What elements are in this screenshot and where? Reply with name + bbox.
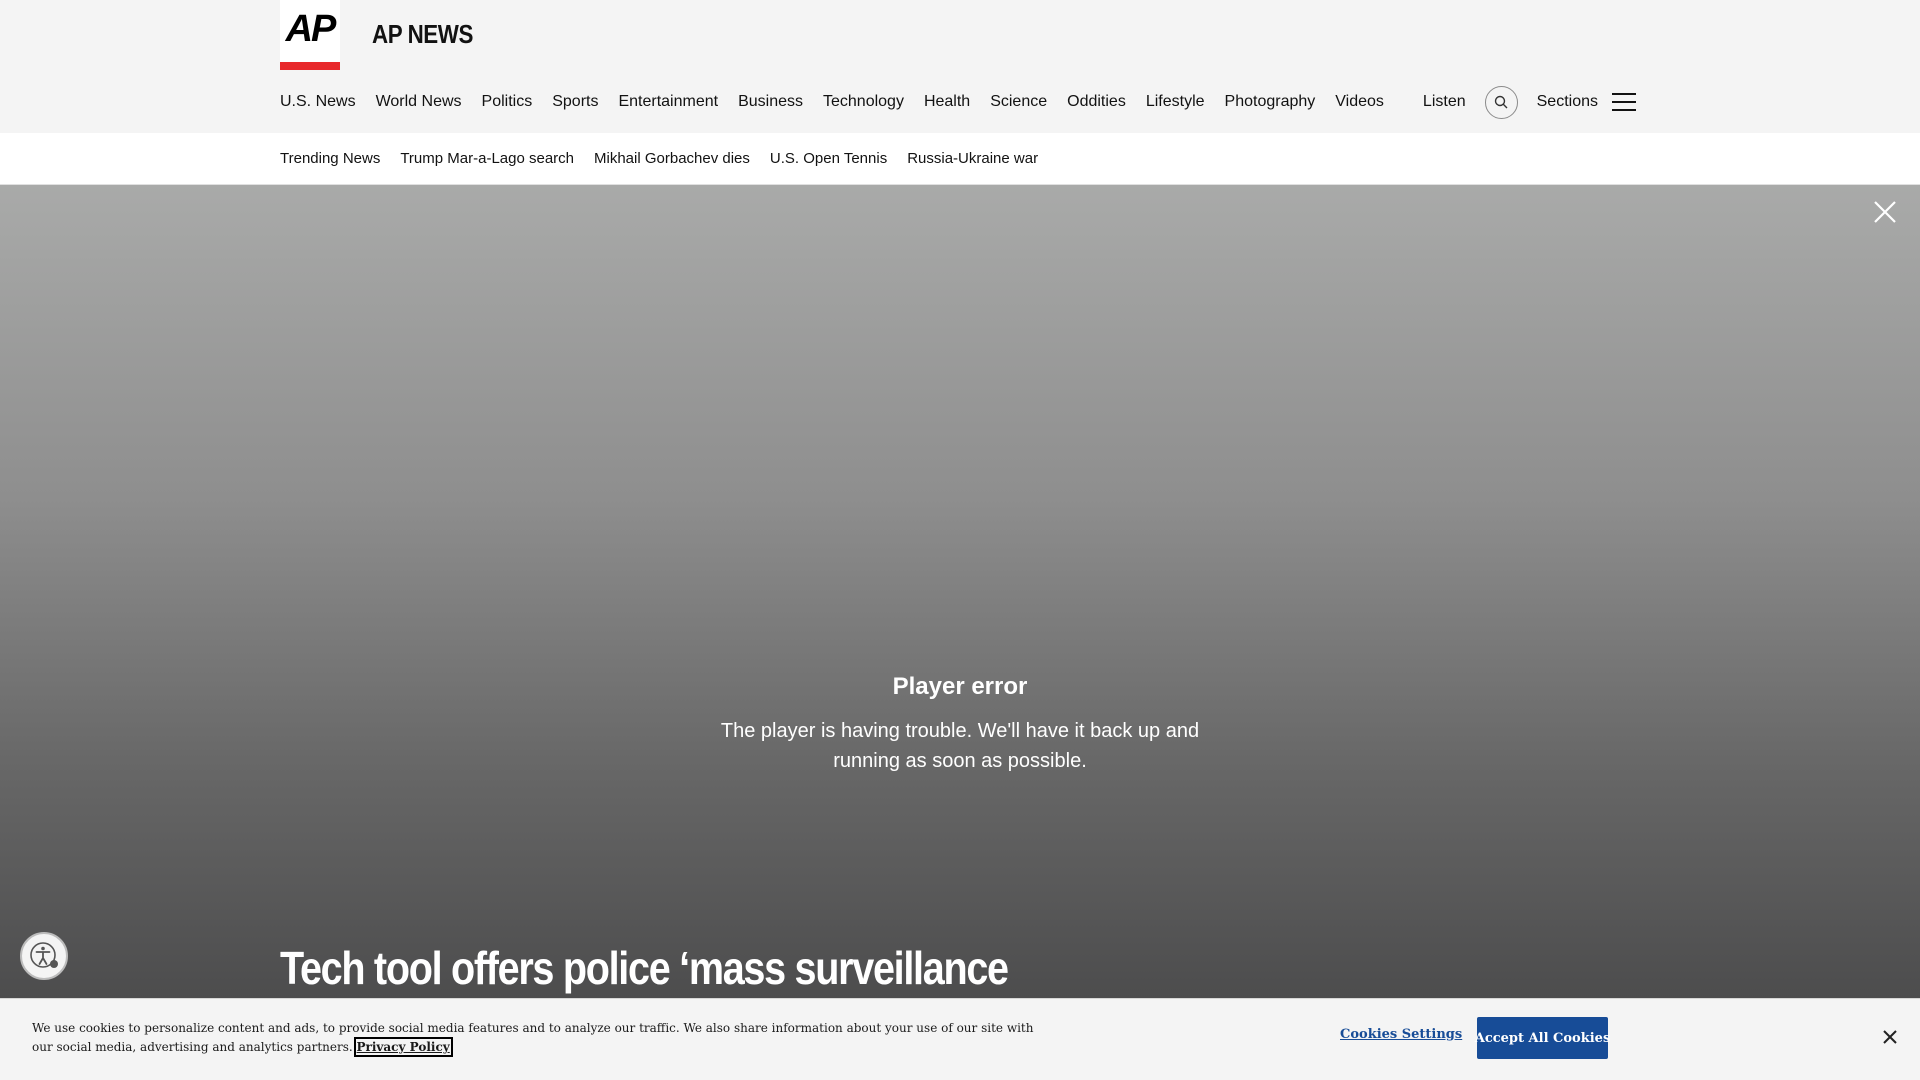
close-icon[interactable] xyxy=(1872,199,1898,225)
player-error-message: The player is having trouble. We'll have… xyxy=(720,720,1200,772)
trending-bar: Trending News Trump Mar-a-Lago search Mi… xyxy=(0,133,1920,185)
accessibility-button[interactable] xyxy=(20,932,68,980)
article-headline: Tech tool offers police ‘mass surveillan… xyxy=(280,942,1009,994)
nav-item-world-news[interactable]: World News xyxy=(376,93,462,111)
cookie-notice-text: We use cookies to personalize content an… xyxy=(32,1019,1052,1057)
trending-news-link[interactable]: Trending News xyxy=(280,150,380,167)
nav-item-health[interactable]: Health xyxy=(924,93,970,111)
trending-item-mar-a-lago[interactable]: Trump Mar-a-Lago search xyxy=(400,150,574,167)
sections-link[interactable]: Sections xyxy=(1537,93,1598,111)
search-button[interactable] xyxy=(1484,85,1518,119)
hamburger-icon[interactable] xyxy=(1612,93,1636,111)
nav-item-lifestyle[interactable]: Lifestyle xyxy=(1146,93,1205,111)
utility-nav: Listen Sections xyxy=(1423,85,1636,119)
brand-name[interactable]: AP NEWS xyxy=(372,19,473,50)
logo-text: AP xyxy=(285,8,337,50)
close-icon[interactable] xyxy=(1882,1029,1898,1045)
nav-item-videos[interactable]: Videos xyxy=(1335,93,1384,111)
site-header: AP AP NEWS U.S. News World News Politics… xyxy=(0,0,1920,133)
nav-item-sports[interactable]: Sports xyxy=(552,93,598,111)
privacy-policy-link[interactable]: Privacy Policy xyxy=(353,1037,453,1057)
ap-logo[interactable]: AP xyxy=(280,0,340,70)
main-nav: U.S. News World News Politics Sports Ent… xyxy=(280,90,1404,114)
cookie-banner: We use cookies to personalize content an… xyxy=(0,998,1920,1080)
search-icon xyxy=(1494,95,1508,109)
nav-item-politics[interactable]: Politics xyxy=(482,93,533,111)
trending-item-us-open[interactable]: U.S. Open Tennis xyxy=(770,150,887,167)
player-error-title: Player error xyxy=(892,673,1028,700)
cookies-settings-button[interactable]: Cookies Settings xyxy=(1340,1027,1462,1042)
nav-item-oddities[interactable]: Oddities xyxy=(1067,93,1126,111)
cookie-notice-body: We use cookies to personalize content an… xyxy=(32,1021,1034,1054)
nav-item-business[interactable]: Business xyxy=(738,93,803,111)
logo-accent-bar xyxy=(280,62,340,70)
video-player[interactable]: Player error The player is having troubl… xyxy=(0,185,1920,1080)
nav-item-us-news[interactable]: U.S. News xyxy=(280,93,356,111)
accept-all-cookies-button[interactable]: Accept All Cookies xyxy=(1475,1017,1610,1059)
trending-item-russia-ukraine[interactable]: Russia-Ukraine war xyxy=(907,150,1038,167)
nav-item-photography[interactable]: Photography xyxy=(1225,93,1316,111)
nav-item-science[interactable]: Science xyxy=(990,93,1047,111)
nav-item-entertainment[interactable]: Entertainment xyxy=(618,93,718,111)
nav-item-technology[interactable]: Technology xyxy=(823,93,904,111)
listen-link[interactable]: Listen xyxy=(1423,93,1466,111)
trending-item-gorbachev[interactable]: Mikhail Gorbachev dies xyxy=(594,150,750,167)
accessibility-icon xyxy=(30,942,58,968)
